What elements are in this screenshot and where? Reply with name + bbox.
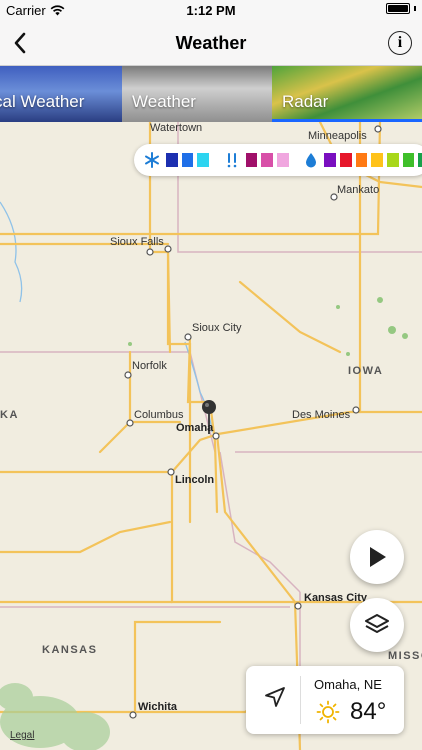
divider	[300, 676, 301, 724]
legend-swatch-mix	[261, 153, 274, 167]
play-button[interactable]	[350, 530, 404, 584]
battery-fill	[388, 5, 408, 12]
battery-group	[386, 3, 416, 14]
mixed-precip-icon	[224, 151, 240, 169]
page-title: Weather	[175, 33, 247, 53]
layers-button[interactable]	[350, 598, 404, 652]
layer-tabs: cal Weather Weather Radar	[0, 66, 422, 122]
info-icon: i	[397, 34, 403, 51]
city-label: Sioux Falls	[110, 236, 164, 248]
info-button[interactable]: i	[388, 31, 412, 55]
location-arrow-icon[interactable]	[264, 686, 286, 708]
city-label: Columbus	[134, 409, 184, 421]
city-label: Kansas City	[304, 592, 367, 604]
radar-legend	[134, 144, 422, 176]
state-border	[0, 351, 216, 453]
legend-swatch-snow	[166, 153, 178, 167]
city-label: Des Moines	[292, 409, 351, 421]
legend-swatch-rain	[355, 153, 368, 167]
tab-label: Weather	[132, 92, 196, 111]
battery-icon	[386, 3, 410, 14]
sun-icon	[316, 700, 340, 724]
tab-label: Radar	[282, 92, 329, 111]
legend-swatch-snow	[197, 153, 210, 167]
tab-label: cal Weather	[0, 92, 85, 111]
status-time: 1:12 PM	[186, 3, 236, 18]
city-label: Watertown	[150, 122, 203, 134]
temperature: 84°	[350, 698, 387, 725]
city-label: Norfolk	[132, 360, 167, 372]
legend-swatch-rain	[402, 153, 415, 167]
city-label: Wichita	[138, 701, 178, 713]
state-label: KANSAS	[42, 644, 98, 656]
battery-cap	[414, 6, 416, 11]
legend-swatch-rain	[418, 153, 422, 167]
navigation-bar: Weather i	[0, 20, 422, 66]
city-label: Minneapolis	[308, 130, 367, 142]
snowflake-icon	[144, 151, 160, 169]
location-weather-card[interactable]: Omaha, NE 84°	[246, 666, 404, 734]
map-view[interactable]: Watertown Minneapolis Mankato Sioux Fall…	[0, 122, 422, 750]
state-label: MISSO	[388, 650, 422, 662]
city-label: Omaha	[176, 422, 214, 434]
legal-link[interactable]: Legal	[10, 730, 34, 741]
legend-swatch-mix	[245, 153, 258, 167]
tab-local-weather[interactable]: cal Weather	[0, 66, 122, 122]
tab-radar[interactable]: Radar	[272, 66, 422, 122]
legend-swatch-snow	[181, 153, 194, 167]
location-name: Omaha, NE	[314, 677, 382, 692]
city-label: Lincoln	[175, 474, 215, 486]
city-label: Sioux City	[192, 322, 242, 334]
legend-swatch-rain	[371, 153, 384, 167]
legend-swatch-rain	[324, 153, 337, 167]
legend-swatch-rain	[387, 153, 399, 167]
layers-icon	[365, 614, 389, 633]
status-bar: Carrier 1:12 PM	[0, 0, 422, 20]
state-label: IOWA	[348, 365, 384, 377]
river	[0, 201, 23, 303]
tab-weather[interactable]: Weather	[122, 66, 272, 122]
legend-swatch-mix	[277, 153, 289, 167]
legend-swatch-rain	[340, 153, 352, 167]
play-icon	[370, 547, 386, 567]
city-label: Mankato	[337, 184, 380, 196]
raindrop-icon	[303, 151, 318, 169]
state-label: KA	[0, 409, 19, 421]
state-border	[177, 122, 422, 253]
